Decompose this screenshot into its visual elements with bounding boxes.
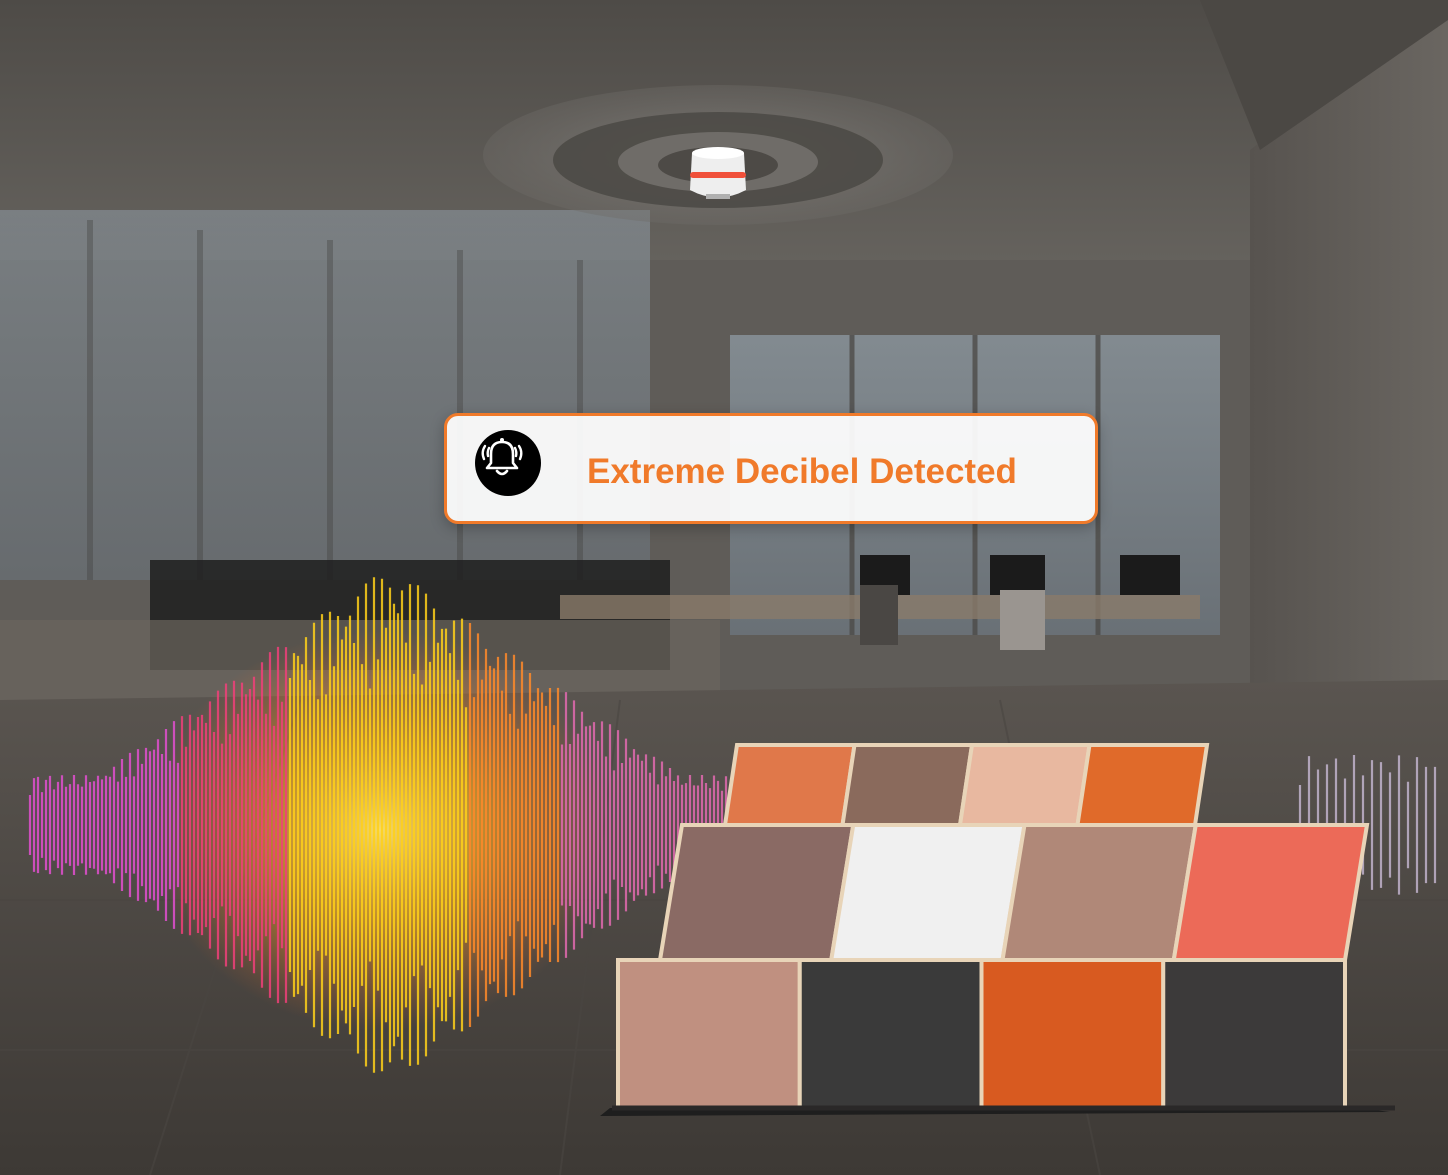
- floor-tile: [957, 743, 1092, 827]
- alert-banner: Extreme Decibel Detected: [444, 413, 1098, 524]
- alert-message: Extreme Decibel Detected: [587, 452, 1017, 491]
- floor-tile-pad: [600, 743, 1395, 1116]
- floor-tile: [797, 958, 984, 1110]
- floor-tile: [657, 823, 856, 962]
- floor-tile: [722, 743, 857, 827]
- floor-tile: [840, 743, 975, 827]
- office-scene: Extreme Decibel Detected: [0, 0, 1448, 1175]
- floor-tile: [1000, 823, 1199, 962]
- floor-tile: [1075, 743, 1210, 827]
- floor-tile: [1161, 958, 1347, 1110]
- floor-tile: [979, 958, 1166, 1110]
- floor-tile: [616, 958, 802, 1110]
- alarm-bell-icon: [475, 430, 541, 496]
- floor-tile: [828, 823, 1027, 962]
- floor-tile: [1171, 823, 1370, 962]
